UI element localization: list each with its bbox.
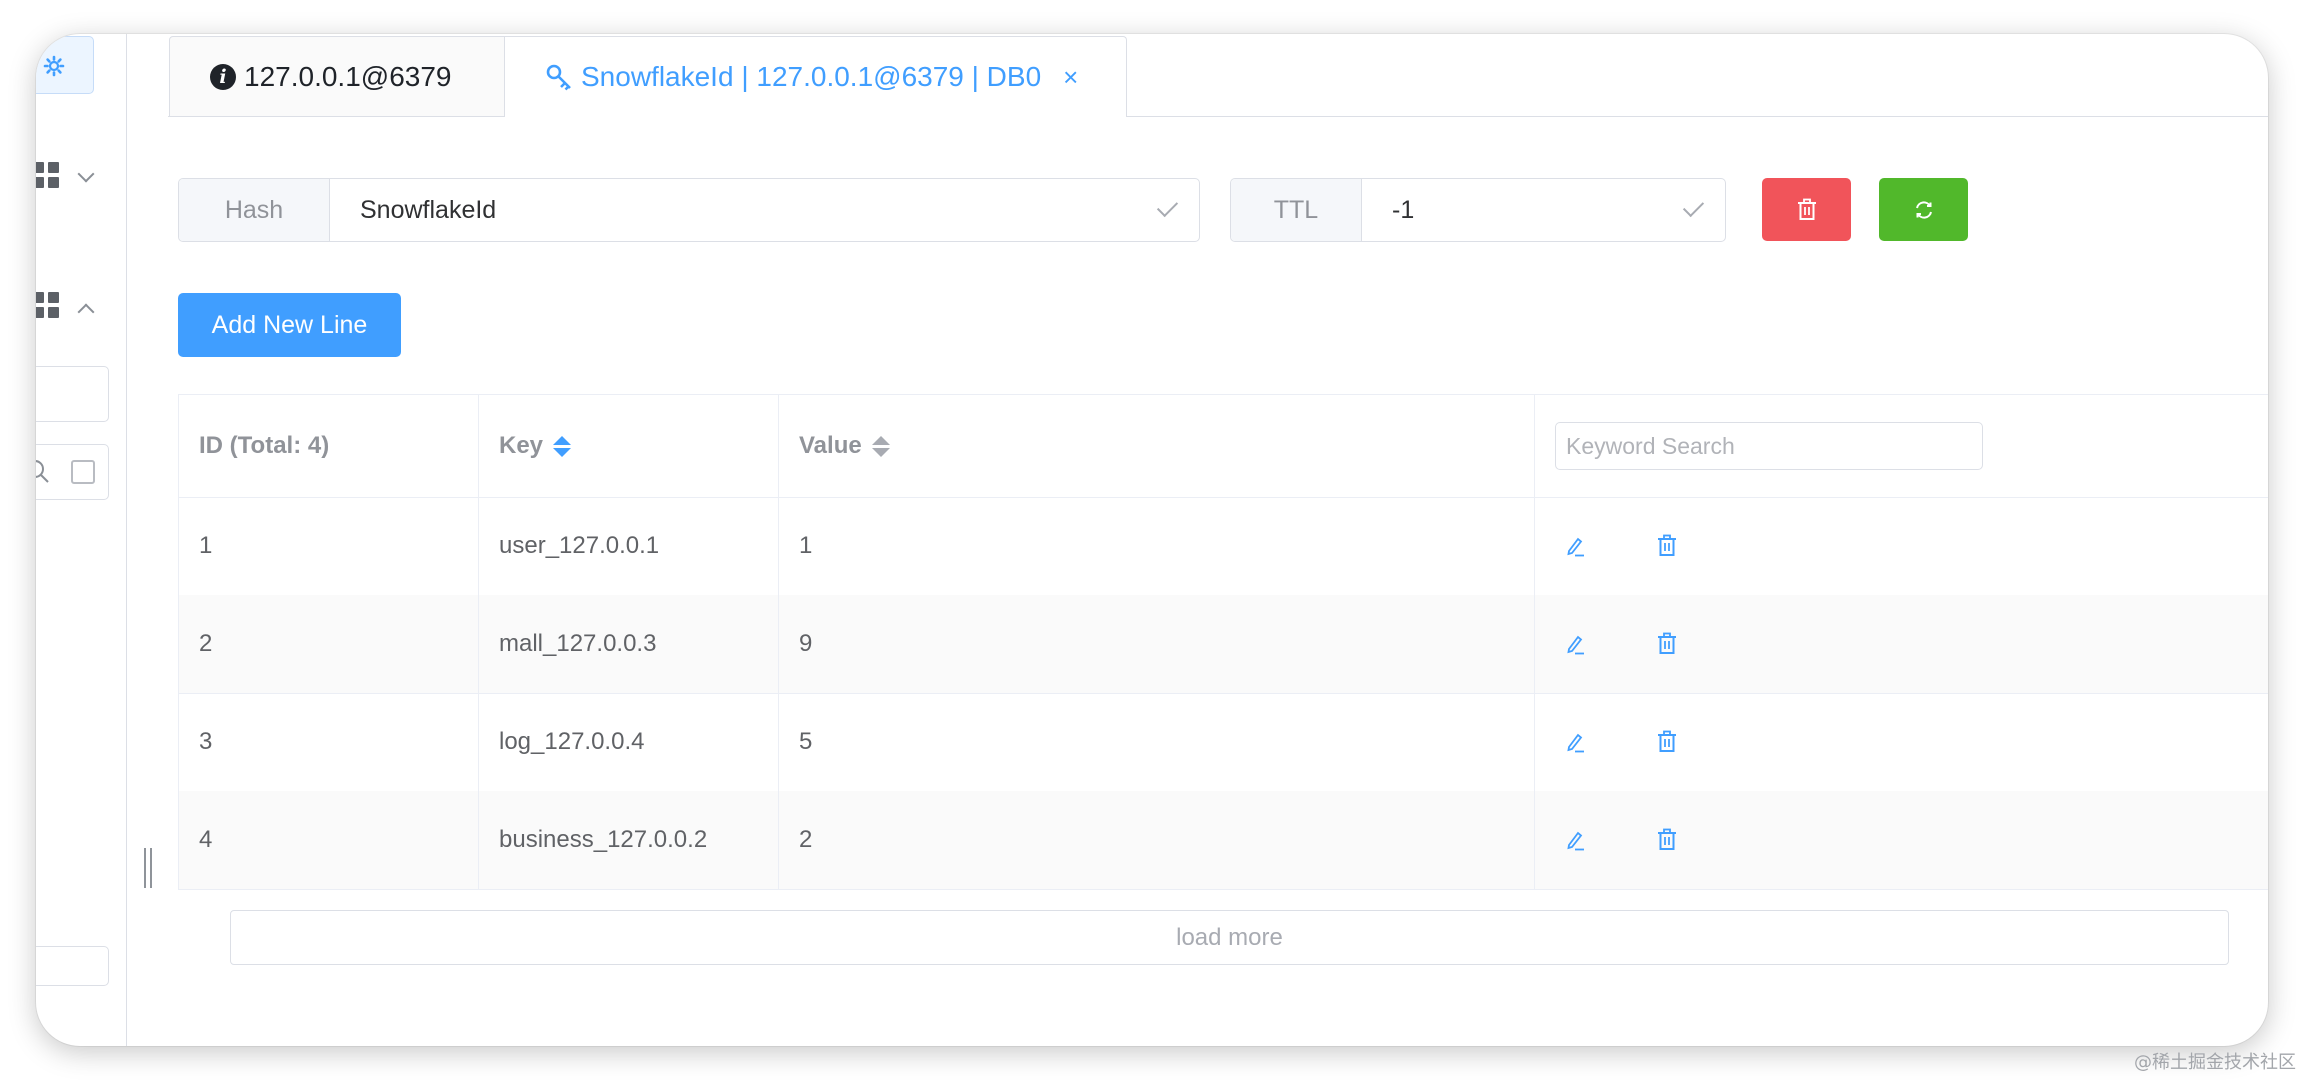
row-actions bbox=[1535, 595, 2268, 693]
row-value: 1 bbox=[779, 497, 1535, 595]
search-icon bbox=[36, 460, 49, 483]
ttl-group: TTL -1 bbox=[1230, 178, 1726, 242]
trash-icon[interactable] bbox=[1647, 526, 1687, 566]
gear-icon bbox=[43, 55, 65, 77]
settings-button[interactable] bbox=[36, 36, 94, 94]
column-header-value-label: Value bbox=[799, 432, 862, 459]
edit-icon[interactable] bbox=[1555, 820, 1595, 860]
refresh-icon bbox=[1915, 200, 1932, 219]
ttl-input[interactable]: -1 bbox=[1362, 179, 1725, 241]
chevron-down-icon[interactable] bbox=[77, 165, 95, 183]
edit-icon[interactable] bbox=[1555, 526, 1595, 566]
edit-icon[interactable] bbox=[1555, 722, 1595, 762]
info-icon: i bbox=[210, 63, 236, 90]
sidebar-search[interactable] bbox=[36, 444, 109, 500]
table-row: 1 user_127.0.0.1 1 bbox=[179, 497, 2268, 596]
delete-key-button[interactable] bbox=[1762, 178, 1851, 241]
confirm-check-icon[interactable] bbox=[1156, 195, 1179, 218]
column-header-id-label: ID (Total: 4) bbox=[199, 432, 330, 459]
load-more-button[interactable]: load more bbox=[230, 910, 2229, 965]
watermark: @稀土掘金技术社区 bbox=[2134, 1052, 2296, 1073]
chevron-up-icon[interactable] bbox=[77, 303, 95, 321]
app-window: i 127.0.0.1@6379 SnowflakeId | 127.0.0.1… bbox=[36, 34, 2268, 1046]
trash-icon[interactable] bbox=[1647, 820, 1687, 860]
sort-icon[interactable] bbox=[553, 435, 572, 457]
close-icon[interactable]: × bbox=[1063, 62, 1078, 93]
confirm-check-icon[interactable] bbox=[1682, 195, 1705, 218]
row-actions bbox=[1535, 497, 2268, 595]
keyword-search-input[interactable] bbox=[1555, 422, 1983, 470]
column-header-key-label: Key bbox=[499, 432, 544, 459]
resize-handle[interactable] bbox=[144, 848, 152, 888]
key-name-value: SnowflakeId bbox=[360, 195, 497, 224]
hash-table: ID (Total: 4) Key Value 1 user_127.0.0.1… bbox=[178, 394, 2268, 890]
key-name-group: Hash SnowflakeId bbox=[178, 178, 1200, 242]
column-header-id: ID (Total: 4) bbox=[179, 395, 479, 497]
row-id: 2 bbox=[179, 595, 479, 693]
key-icon bbox=[546, 64, 571, 91]
tab-key-snowflakeid[interactable]: SnowflakeId | 127.0.0.1@6379 | DB0 × bbox=[504, 36, 1127, 117]
tab-label: SnowflakeId | 127.0.0.1@6379 | DB0 bbox=[581, 61, 1042, 92]
sidebar-input[interactable] bbox=[36, 366, 109, 422]
column-header-actions bbox=[1535, 395, 2268, 497]
row-actions bbox=[1535, 791, 2268, 889]
ttl-value: -1 bbox=[1392, 195, 1415, 224]
column-header-value[interactable]: Value bbox=[779, 395, 1535, 497]
sidebar-checkbox[interactable] bbox=[71, 460, 95, 484]
key-name-input[interactable]: SnowflakeId bbox=[330, 179, 1199, 241]
edit-icon[interactable] bbox=[1555, 624, 1595, 664]
key-type-label: Hash bbox=[179, 179, 330, 241]
column-header-key[interactable]: Key bbox=[479, 395, 779, 497]
table-row: 3 log_127.0.0.4 5 bbox=[179, 693, 2268, 792]
table-header: ID (Total: 4) Key Value bbox=[179, 395, 2268, 498]
refresh-button[interactable] bbox=[1879, 178, 1968, 241]
ttl-label: TTL bbox=[1231, 179, 1362, 241]
table-row: 2 mall_127.0.0.3 9 bbox=[179, 595, 2268, 694]
row-key: log_127.0.0.4 bbox=[479, 693, 779, 791]
tab-server-info[interactable]: i 127.0.0.1@6379 bbox=[169, 36, 505, 117]
row-key: user_127.0.0.1 bbox=[479, 497, 779, 595]
row-value: 2 bbox=[779, 791, 1535, 889]
add-new-line-button[interactable]: Add New Line bbox=[178, 293, 401, 357]
sidebar-bottom-input[interactable] bbox=[36, 946, 109, 986]
trash-icon bbox=[1797, 198, 1816, 220]
row-actions bbox=[1535, 693, 2268, 791]
grid-icon[interactable] bbox=[36, 162, 59, 188]
row-key: business_127.0.0.2 bbox=[479, 791, 779, 889]
table-row: 4 business_127.0.0.2 2 bbox=[179, 791, 2268, 890]
row-id: 1 bbox=[179, 497, 479, 595]
row-value: 5 bbox=[779, 693, 1535, 791]
row-id: 4 bbox=[179, 791, 479, 889]
trash-icon[interactable] bbox=[1647, 624, 1687, 664]
trash-icon[interactable] bbox=[1647, 722, 1687, 762]
row-key: mall_127.0.0.3 bbox=[479, 595, 779, 693]
sidebar-divider bbox=[126, 34, 127, 1046]
row-id: 3 bbox=[179, 693, 479, 791]
sort-icon[interactable] bbox=[871, 435, 890, 457]
row-value: 9 bbox=[779, 595, 1535, 693]
tab-label: 127.0.0.1@6379 bbox=[244, 60, 452, 92]
grid-icon[interactable] bbox=[36, 292, 59, 318]
